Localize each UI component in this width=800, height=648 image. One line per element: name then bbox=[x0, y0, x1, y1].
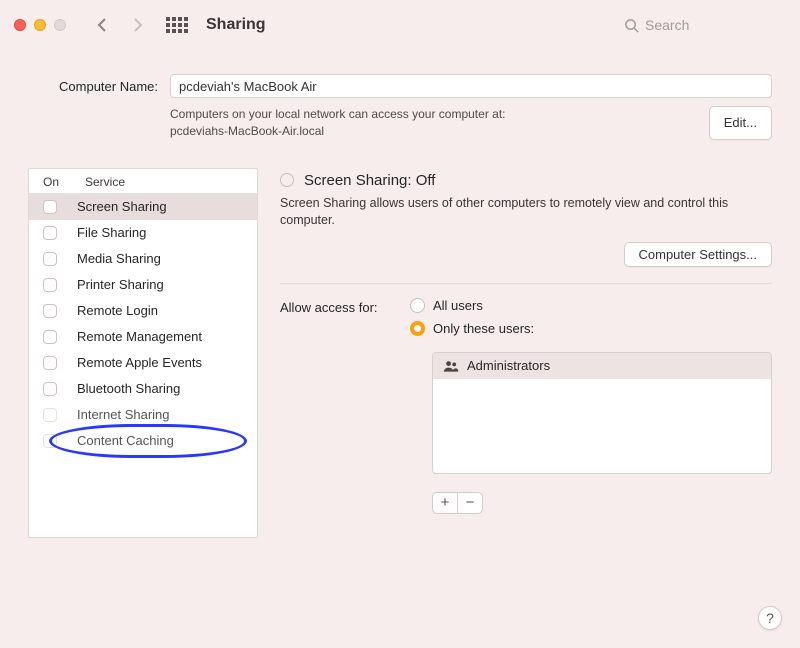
services-panel: On Service Screen Sharing File Sharing M… bbox=[28, 168, 258, 538]
users-list[interactable]: Administrators bbox=[432, 352, 772, 474]
radio-icon bbox=[410, 298, 425, 313]
remove-user-button[interactable]: − bbox=[457, 492, 483, 514]
service-detail-panel: Screen Sharing: Off Screen Sharing allow… bbox=[280, 168, 772, 538]
services-header-on: On bbox=[43, 175, 85, 189]
service-checkbox[interactable] bbox=[43, 278, 57, 292]
service-label: File Sharing bbox=[77, 225, 146, 240]
service-remote-login[interactable]: Remote Login bbox=[29, 298, 257, 324]
close-window-button[interactable] bbox=[14, 19, 26, 31]
users-group-icon bbox=[443, 359, 459, 373]
service-checkbox bbox=[43, 408, 57, 422]
service-label: Media Sharing bbox=[77, 251, 161, 266]
search-icon bbox=[624, 18, 639, 33]
service-bluetooth-sharing[interactable]: Bluetooth Sharing bbox=[29, 376, 257, 402]
service-remote-apple-events[interactable]: Remote Apple Events bbox=[29, 350, 257, 376]
allow-access-row: Allow access for: All users Only these u… bbox=[280, 298, 772, 514]
service-label: Bluetooth Sharing bbox=[77, 381, 180, 396]
back-button[interactable] bbox=[88, 13, 116, 37]
service-label: Content Caching bbox=[77, 433, 174, 448]
edit-button[interactable]: Edit... bbox=[709, 106, 772, 140]
search-input[interactable]: Search bbox=[616, 13, 786, 37]
plus-icon: + bbox=[441, 494, 450, 511]
service-checkbox[interactable] bbox=[43, 200, 57, 214]
service-remote-management[interactable]: Remote Management bbox=[29, 324, 257, 350]
page-title: Sharing bbox=[206, 16, 266, 34]
zoom-window-button bbox=[54, 19, 66, 31]
window-controls bbox=[14, 19, 66, 31]
service-checkbox[interactable] bbox=[43, 252, 57, 266]
service-content-caching[interactable]: Content Caching bbox=[29, 428, 257, 454]
service-label: Remote Apple Events bbox=[77, 355, 202, 370]
show-all-prefs-icon[interactable] bbox=[166, 17, 188, 33]
computer-settings-button[interactable]: Computer Settings... bbox=[624, 242, 773, 267]
service-label: Remote Management bbox=[77, 329, 202, 344]
service-file-sharing[interactable]: File Sharing bbox=[29, 220, 257, 246]
service-checkbox bbox=[43, 434, 57, 448]
service-printer-sharing[interactable]: Printer Sharing bbox=[29, 272, 257, 298]
minus-icon: − bbox=[466, 494, 475, 511]
minimize-window-button[interactable] bbox=[34, 19, 46, 31]
forward-button[interactable] bbox=[124, 13, 152, 37]
service-checkbox[interactable] bbox=[43, 382, 57, 396]
help-icon: ? bbox=[766, 610, 774, 626]
service-label: Printer Sharing bbox=[77, 277, 164, 292]
users-list-row-administrators[interactable]: Administrators bbox=[433, 353, 771, 379]
services-header-service: Service bbox=[85, 175, 125, 189]
radio-label: All users bbox=[433, 298, 483, 313]
computer-name-label: Computer Name: bbox=[28, 79, 158, 94]
service-label: Screen Sharing bbox=[77, 199, 167, 214]
status-indicator-icon bbox=[280, 173, 294, 187]
service-media-sharing[interactable]: Media Sharing bbox=[29, 246, 257, 272]
service-label: Remote Login bbox=[77, 303, 158, 318]
help-button[interactable]: ? bbox=[758, 606, 782, 630]
services-list: Screen Sharing File Sharing Media Sharin… bbox=[29, 194, 257, 454]
service-screen-sharing[interactable]: Screen Sharing bbox=[29, 194, 257, 220]
radio-only-these-users[interactable]: Only these users: bbox=[410, 321, 772, 336]
service-checkbox[interactable] bbox=[43, 226, 57, 240]
computer-name-row: Computer Name: bbox=[28, 74, 772, 98]
allow-access-label: Allow access for: bbox=[280, 298, 396, 315]
radio-label: Only these users: bbox=[433, 321, 534, 336]
radio-all-users[interactable]: All users bbox=[410, 298, 772, 313]
service-checkbox[interactable] bbox=[43, 304, 57, 318]
service-checkbox[interactable] bbox=[43, 356, 57, 370]
services-header: On Service bbox=[29, 169, 257, 194]
service-internet-sharing[interactable]: Internet Sharing bbox=[29, 402, 257, 428]
service-description: Screen Sharing allows users of other com… bbox=[280, 195, 740, 230]
service-label: Internet Sharing bbox=[77, 407, 170, 422]
users-list-label: Administrators bbox=[467, 358, 550, 373]
computer-name-input[interactable] bbox=[170, 74, 772, 98]
computer-local-address-hint: Computers on your local network can acce… bbox=[170, 106, 505, 140]
divider bbox=[280, 283, 772, 284]
add-user-button[interactable]: + bbox=[432, 492, 458, 514]
service-status-row: Screen Sharing: Off bbox=[280, 172, 772, 189]
search-placeholder: Search bbox=[645, 17, 689, 33]
service-checkbox[interactable] bbox=[43, 330, 57, 344]
radio-icon bbox=[410, 321, 425, 336]
service-status-title: Screen Sharing: Off bbox=[304, 172, 435, 189]
toolbar: Sharing Search bbox=[0, 0, 800, 50]
